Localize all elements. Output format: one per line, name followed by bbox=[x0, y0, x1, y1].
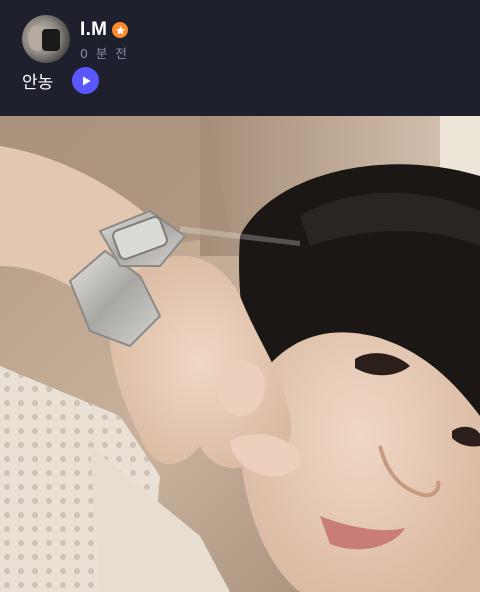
avatar[interactable] bbox=[22, 15, 70, 63]
post-timestamp: 0 분 전 bbox=[80, 46, 129, 61]
selfie-image bbox=[0, 116, 480, 592]
post-message: 안농 bbox=[22, 73, 54, 93]
play-icon bbox=[82, 76, 90, 85]
author-row: I.M bbox=[80, 19, 129, 41]
avatar-phone bbox=[42, 29, 60, 51]
post-header: I.M 0 분 전 안농 bbox=[0, 0, 480, 116]
play-button[interactable] bbox=[72, 67, 99, 94]
author-name[interactable]: I.M bbox=[80, 19, 107, 41]
post-photo[interactable] bbox=[0, 116, 480, 592]
star-badge-icon bbox=[112, 22, 129, 38]
